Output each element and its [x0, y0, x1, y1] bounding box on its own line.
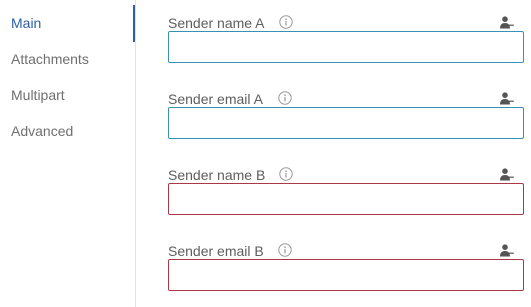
field-sender-name-a: Sender name A [168, 13, 524, 63]
sidebar-nav: Main Attachments Multipart Advanced [0, 0, 136, 307]
sender-email-b-input[interactable] [168, 259, 524, 291]
info-circle-icon[interactable] [279, 167, 293, 181]
field-label: Sender email A [168, 91, 263, 107]
nav-item-multipart[interactable]: Multipart [11, 86, 65, 104]
sender-name-b-input[interactable] [168, 183, 524, 215]
nav-item-advanced[interactable]: Advanced [11, 122, 73, 140]
sender-email-a-input[interactable] [168, 107, 524, 139]
nav-item-main[interactable]: Main [11, 14, 41, 32]
field-label: Sender name A [168, 15, 265, 31]
active-tab-indicator [133, 5, 135, 42]
person-add-icon[interactable] [500, 16, 514, 29]
field-label: Sender name B [168, 167, 266, 183]
sender-name-a-input[interactable] [168, 31, 524, 63]
form-panel: Main Attachments Multipart Advanced Send… [0, 0, 531, 307]
sidebar-divider [135, 0, 136, 307]
info-circle-icon[interactable] [278, 243, 292, 257]
field-sender-name-b: Sender name B [168, 165, 524, 215]
field-label: Sender email B [168, 243, 264, 259]
nav-item-attachments[interactable]: Attachments [11, 50, 89, 68]
person-add-icon[interactable] [500, 92, 514, 105]
info-circle-icon[interactable] [278, 91, 292, 105]
person-add-icon[interactable] [500, 244, 514, 257]
person-add-icon[interactable] [500, 168, 514, 181]
field-sender-email-b: Sender email B [168, 241, 524, 291]
info-circle-icon[interactable] [279, 15, 293, 29]
field-sender-email-a: Sender email A [168, 89, 524, 139]
